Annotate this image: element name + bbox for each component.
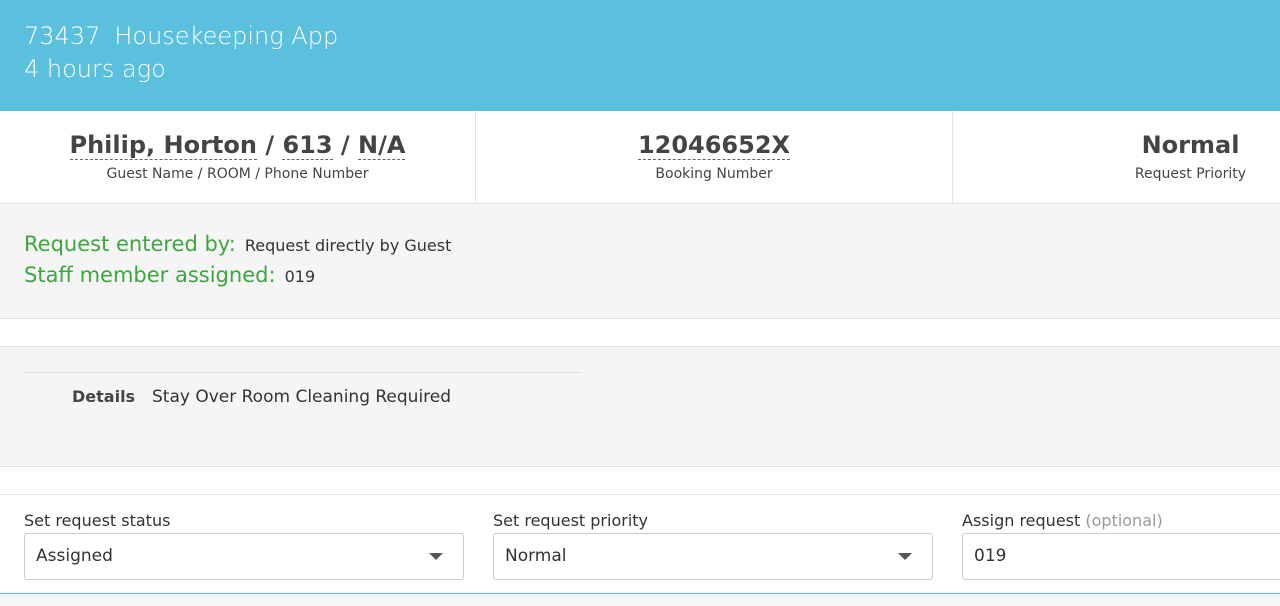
guest-name-link[interactable]: Philip, Horton bbox=[69, 131, 257, 160]
phone-link[interactable]: N/A bbox=[358, 131, 406, 160]
assign-label: Assign request (optional) bbox=[962, 511, 1280, 533]
assign-optional-text: (optional) bbox=[1085, 511, 1163, 530]
priority-select[interactable]: Normal bbox=[493, 533, 933, 580]
request-form: Set request status Assigned Set request … bbox=[0, 494, 1280, 606]
separator-1: / bbox=[256, 131, 283, 159]
staff-assigned-row: Staff member assigned: 019 bbox=[24, 263, 315, 287]
details-section: Details Stay Over Room Cleaning Required bbox=[0, 346, 1280, 467]
booking-value: 12046652X bbox=[476, 131, 952, 160]
status-field: Set request status Assigned bbox=[24, 511, 464, 580]
entered-by-value: Request directly by Guest bbox=[244, 236, 452, 255]
assign-label-text: Assign request bbox=[962, 511, 1081, 530]
details-divider bbox=[24, 372, 581, 373]
assign-input-value: 019 bbox=[974, 546, 1007, 566]
guest-info-value: Philip, Horton / 613 / N/A bbox=[0, 131, 475, 160]
entered-by-key: Request entered by: bbox=[24, 232, 236, 256]
details-value: Stay Over Room Cleaning Required bbox=[152, 387, 452, 407]
time-ago: 4 hours ago bbox=[24, 55, 166, 83]
priority-field: Set request priority Normal bbox=[493, 511, 933, 580]
priority-cell: Normal Request Priority bbox=[953, 111, 1280, 203]
assign-field: Assign request (optional) 019 bbox=[962, 511, 1280, 580]
guest-info-cell: Philip, Horton / 613 / N/A Guest Name / … bbox=[0, 111, 476, 203]
app-header: 73437 Housekeeping App 4 hours ago bbox=[0, 0, 1280, 111]
priority-value: Normal bbox=[1141, 131, 1240, 159]
room-link[interactable]: 613 bbox=[282, 131, 333, 160]
status-selected-value: Assigned bbox=[36, 546, 113, 566]
assign-input[interactable]: 019 bbox=[962, 533, 1280, 580]
priority-field-label: Set request priority bbox=[493, 511, 648, 530]
request-id: 73437 bbox=[24, 22, 101, 50]
staff-assigned-value: 019 bbox=[284, 267, 316, 286]
staff-assigned-key: Staff member assigned: bbox=[24, 263, 276, 287]
bottom-divider bbox=[0, 593, 1280, 606]
priority-label: Request Priority bbox=[1134, 166, 1247, 182]
separator-2: / bbox=[332, 131, 359, 159]
entered-by-row: Request entered by: Request directly by … bbox=[24, 232, 451, 256]
guest-info-label: Guest Name / ROOM / Phone Number bbox=[106, 166, 369, 182]
booking-label: Booking Number bbox=[655, 166, 773, 182]
request-meta: Request entered by: Request directly by … bbox=[0, 204, 1280, 319]
status-select[interactable]: Assigned bbox=[24, 533, 464, 580]
booking-cell: 12046652X Booking Number bbox=[476, 111, 953, 203]
caret-down-icon bbox=[898, 553, 912, 560]
booking-number-link[interactable]: 12046652X bbox=[637, 131, 791, 160]
request-summary: Philip, Horton / 613 / N/A Guest Name / … bbox=[0, 111, 1280, 204]
details-label: Details bbox=[72, 387, 136, 406]
status-label: Set request status bbox=[24, 511, 171, 530]
app-name: Housekeeping App bbox=[114, 22, 339, 50]
caret-down-icon bbox=[429, 553, 443, 560]
header-title: 73437 Housekeeping App bbox=[24, 22, 338, 50]
priority-selected-value: Normal bbox=[505, 546, 567, 566]
